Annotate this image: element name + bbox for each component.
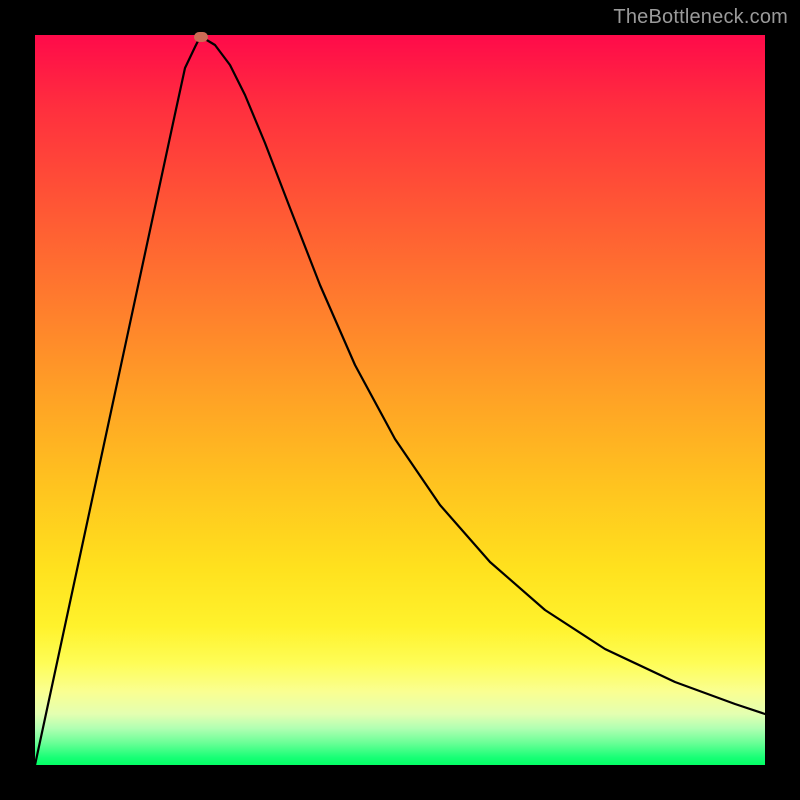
chart-frame: TheBottleneck.com [0, 0, 800, 800]
optimal-point-marker [194, 32, 208, 42]
plot-area [35, 35, 765, 765]
bottleneck-curve [35, 35, 765, 765]
watermark-text: TheBottleneck.com [613, 6, 788, 29]
